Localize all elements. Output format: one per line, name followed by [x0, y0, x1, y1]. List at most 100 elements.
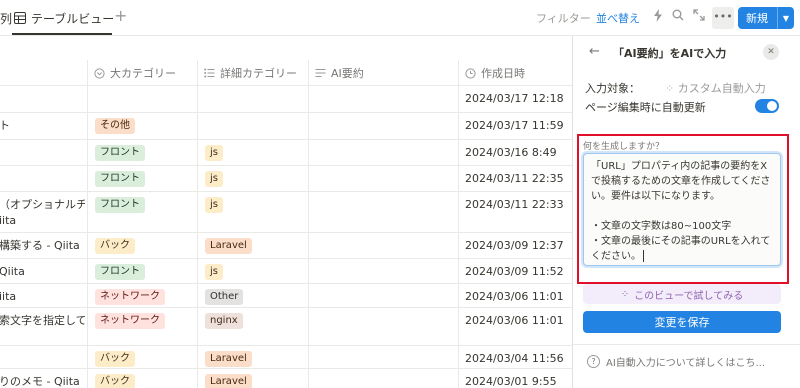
created-date: 2024/03/09 11:52	[465, 265, 564, 278]
table-row[interactable]: （オプショナルチ iita フロント js 2024/03/11 22:33	[0, 192, 572, 233]
panel-title: 「AI要約」をAIで入力	[613, 47, 727, 60]
lightning-icon[interactable]	[650, 9, 666, 25]
panel-divider	[573, 344, 800, 345]
tab-table-view[interactable]: テーブルビュー	[14, 6, 114, 30]
expand-icon[interactable]	[691, 9, 707, 25]
table-row[interactable]: 構築する - Qiita バック Laravel 2024/03/09 12:3…	[0, 233, 572, 259]
table-row[interactable]: りのメモ - Qiita バック Laravel 2024/03/01 9:55	[0, 369, 572, 388]
table-row[interactable]: ト その他 2024/03/17 11:59	[0, 113, 572, 140]
table-row[interactable]: 2024/03/17 12:18	[0, 86, 572, 113]
plus-icon[interactable]: +	[114, 6, 127, 26]
help-link[interactable]: ? AI自動入力について詳しくはこち...	[587, 354, 765, 369]
row-title[interactable]: 構築する - Qiita	[0, 238, 85, 254]
header-title[interactable]	[0, 60, 87, 86]
category-tag: バック	[95, 238, 135, 254]
input-target-label: 入力対象：	[585, 82, 640, 95]
search-icon[interactable]	[670, 9, 686, 25]
input-target-value: カスタム自動入力	[677, 82, 766, 95]
ai-summary-cell[interactable]	[308, 346, 458, 368]
ai-summary-cell[interactable]	[308, 113, 458, 139]
row-title[interactable]: りのメモ - Qiita	[0, 374, 85, 388]
sparkle-icon: ⁘	[620, 288, 630, 300]
created-date: 2024/03/11 22:33	[465, 198, 564, 211]
row-title[interactable]: 索文字を指定して	[0, 313, 85, 329]
created-date: 2024/03/17 11:59	[465, 119, 564, 132]
row-title[interactable]: Qiita	[0, 264, 85, 280]
ai-summary-cell[interactable]	[308, 369, 458, 388]
detail-tag: js	[205, 145, 223, 161]
detail-tag: nginx	[205, 313, 243, 329]
category-tag: フロント	[95, 264, 145, 280]
created-date: 2024/03/11 22:35	[465, 172, 564, 185]
category-tag: ネットワーク	[95, 289, 165, 305]
category-tag: フロント	[95, 145, 145, 161]
ai-summary-cell[interactable]	[308, 140, 458, 165]
prompt-text: 「URL」プロパティ内の記事の要約をX で投稿するための文章を作成してくださ い…	[591, 161, 771, 262]
header-created[interactable]: 作成日時	[458, 60, 572, 86]
ai-summary-cell[interactable]	[308, 86, 458, 112]
created-date: 2024/03/16 8:49	[465, 146, 557, 159]
prompt-question: 何を生成しますか？	[583, 142, 665, 152]
tab-table-view-label: テーブルビュー	[31, 11, 115, 26]
try-in-view-button[interactable]: ⁘ このビューで試してみる	[583, 284, 781, 304]
created-date: 2024/03/04 11:56	[465, 352, 564, 365]
table-row[interactable]: iita ネットワーク Other 2024/03/06 11:01	[0, 284, 572, 308]
row-title[interactable]: ト	[0, 118, 85, 134]
tab-previous[interactable]: 列	[0, 10, 12, 27]
filter-button[interactable]: フィルター	[536, 10, 591, 26]
detail-tag: Laravel	[205, 351, 252, 367]
ai-summary-cell[interactable]	[308, 166, 458, 191]
category-tag: バック	[95, 374, 135, 388]
row-title[interactable]: （オプショナルチ iita	[0, 197, 85, 229]
close-icon[interactable]: ✕	[763, 44, 779, 60]
ai-autofill-panel: ← 「AI要約」をAIで入力 ✕ 入力対象： ⁘ カスタム自動入力 ページ編集時…	[572, 36, 800, 388]
created-date: 2024/03/01 9:55	[465, 375, 557, 388]
more-icon[interactable]: •••	[712, 7, 734, 29]
new-button-label: 新規	[746, 12, 768, 25]
created-date: 2024/03/06 11:01	[465, 314, 564, 327]
header-ai-summary[interactable]: AI要約	[308, 60, 458, 86]
category-tag: フロント	[95, 171, 145, 187]
table-row[interactable]: 索文字を指定して ネットワーク nginx 2024/03/06 11:01	[0, 308, 572, 346]
detail-tag: js	[205, 264, 223, 280]
save-changes-label: 変更を保存	[654, 316, 710, 329]
help-link-label: AI自動入力について詳しくはこち...	[606, 358, 766, 369]
created-date: 2024/03/17 12:18	[465, 92, 564, 105]
save-changes-button[interactable]: 変更を保存	[583, 311, 781, 333]
input-target-select[interactable]: ⁘ カスタム自動入力	[665, 80, 766, 96]
category-tag: ネットワーク	[95, 313, 165, 329]
detail-tag: Laravel	[205, 238, 252, 254]
toolbar: 列 テーブルビュー + フィルター 並べ替え ••• 新規 ▼	[0, 0, 800, 36]
header-category[interactable]: 大カテゴリー	[87, 60, 197, 86]
ai-summary-cell[interactable]	[308, 308, 458, 345]
sparkle-icon: ⁘	[665, 82, 678, 95]
category-tag: バック	[95, 351, 135, 367]
auto-update-label: ページ編集時に自動更新	[585, 101, 706, 114]
auto-update-toggle[interactable]	[755, 99, 779, 113]
ai-summary-cell[interactable]	[308, 259, 458, 283]
ai-summary-cell[interactable]	[308, 192, 458, 232]
table-row[interactable]: フロント js 2024/03/16 8:49	[0, 140, 572, 166]
table-row[interactable]: Qiita フロント js 2024/03/09 11:52	[0, 259, 572, 284]
chevron-down-icon[interactable]: ▼	[778, 14, 794, 23]
detail-tag: js	[205, 171, 223, 187]
question-icon: ?	[587, 355, 600, 368]
clock-icon	[465, 67, 476, 79]
ai-summary-cell[interactable]	[308, 284, 458, 307]
header-category-label: 大カテゴリー	[110, 67, 176, 80]
row-title[interactable]: iita	[0, 289, 85, 305]
created-date: 2024/03/06 11:01	[465, 290, 564, 303]
arrow-left-icon[interactable]: ←	[589, 44, 600, 59]
prompt-textarea[interactable]: 「URL」プロパティ内の記事の要約をX で投稿するための文章を作成してくださ い…	[583, 153, 781, 266]
table-row[interactable]: バック Laravel 2024/03/04 11:56	[0, 346, 572, 369]
new-button[interactable]: 新規 ▼	[738, 7, 794, 29]
text-icon	[315, 69, 326, 77]
select-icon	[94, 67, 105, 79]
table-row[interactable]: フロント js 2024/03/11 22:35	[0, 166, 572, 192]
sort-button[interactable]: 並べ替え	[596, 10, 640, 26]
header-detail-category-label: 詳細カテゴリー	[220, 67, 297, 80]
header-detail-category[interactable]: 詳細カテゴリー	[197, 60, 308, 86]
ai-summary-cell[interactable]	[308, 233, 458, 258]
detail-tag: Laravel	[205, 374, 252, 388]
category-tag: フロント	[95, 197, 145, 213]
